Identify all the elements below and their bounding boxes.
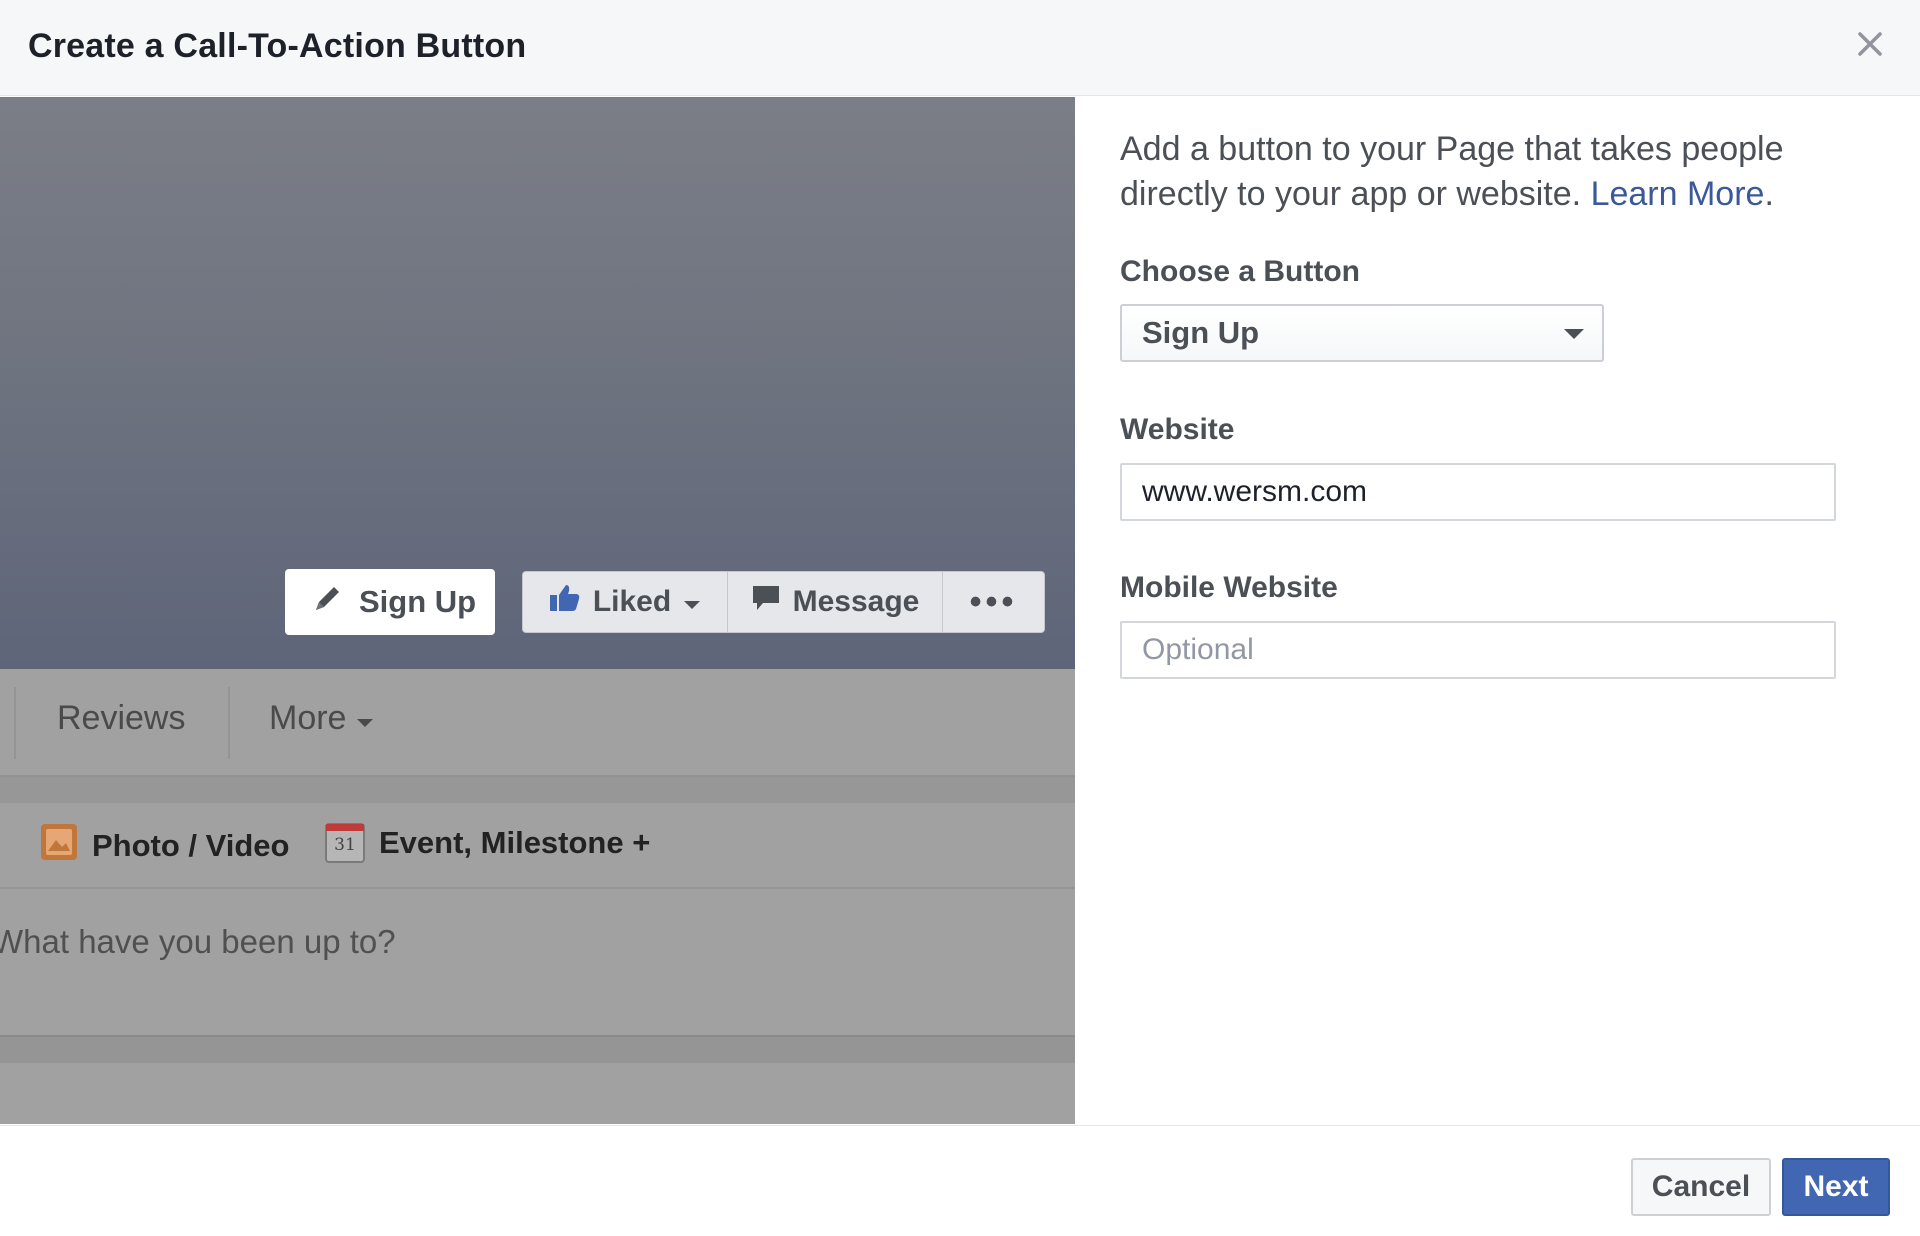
page-action-buttons: Liked Message ••• (522, 571, 1045, 633)
choose-button-value: Sign Up (1142, 315, 1260, 350)
message-label: Message (792, 585, 920, 618)
preview-cta-button: Sign Up (285, 569, 495, 635)
chat-bubble-icon (751, 584, 781, 620)
liked-label: Liked (592, 585, 672, 618)
photo-video-action: Photo / Video (40, 823, 290, 869)
caret-down-icon (1564, 329, 1584, 339)
tab-reviews: Reviews (57, 699, 186, 737)
website-label: Website (1120, 413, 1235, 446)
description-period: . (1764, 175, 1774, 213)
website-input[interactable] (1120, 463, 1836, 521)
choose-button-select[interactable]: Sign Up (1120, 304, 1604, 362)
dialog-title: Create a Call-To-Action Button (28, 27, 527, 65)
choose-button-label: Choose a Button (1120, 255, 1360, 288)
chevron-down-icon (356, 699, 374, 738)
next-button[interactable]: Next (1782, 1158, 1890, 1216)
chevron-down-icon (683, 585, 701, 619)
status-composer: Photo / Video 31 Event, Milestone + What… (0, 803, 1075, 1035)
feed-area (0, 1063, 1075, 1124)
tab-divider (14, 687, 16, 759)
photo-icon (40, 823, 78, 869)
pencil-icon (311, 581, 345, 623)
mobile-website-input[interactable] (1120, 621, 1836, 679)
dialog-footer: Cancel Next (0, 1125, 1920, 1236)
message-button: Message (728, 572, 943, 632)
thumbs-up-icon (549, 583, 581, 621)
dialog-header: Create a Call-To-Action Button (0, 0, 1920, 96)
page-preview: Sign Up Liked Message ••• Reviews More P… (0, 97, 1075, 1124)
tab-more-label: More (269, 699, 347, 737)
preview-cta-label: Sign Up (359, 584, 477, 619)
composer-actions: Photo / Video 31 Event, Milestone + (0, 803, 1075, 889)
more-actions-button: ••• (943, 572, 1044, 632)
liked-button: Liked (523, 572, 728, 632)
cta-dialog: Create a Call-To-Action Button Sign Up L… (0, 0, 1920, 1236)
close-icon[interactable] (1850, 24, 1890, 64)
event-milestone-label: Event, Milestone + (379, 825, 651, 860)
tab-more: More (269, 699, 374, 738)
cancel-button[interactable]: Cancel (1631, 1158, 1771, 1216)
form-description: Add a button to your Page that takes peo… (1120, 127, 1840, 217)
calendar-icon: 31 (325, 823, 365, 863)
page-tabs-bar: Reviews More (0, 669, 1075, 777)
separator (0, 777, 1075, 803)
photo-video-label: Photo / Video (92, 828, 290, 863)
separator (0, 1035, 1075, 1063)
composer-prompt: What have you been up to? (0, 923, 396, 960)
mobile-website-label: Mobile Website (1120, 571, 1338, 604)
tab-divider (228, 687, 230, 759)
calendar-day: 31 (334, 835, 356, 855)
event-milestone-action: 31 Event, Milestone + (325, 823, 650, 863)
ellipsis-icon: ••• (969, 582, 1018, 621)
learn-more-link[interactable]: Learn More (1591, 175, 1765, 213)
